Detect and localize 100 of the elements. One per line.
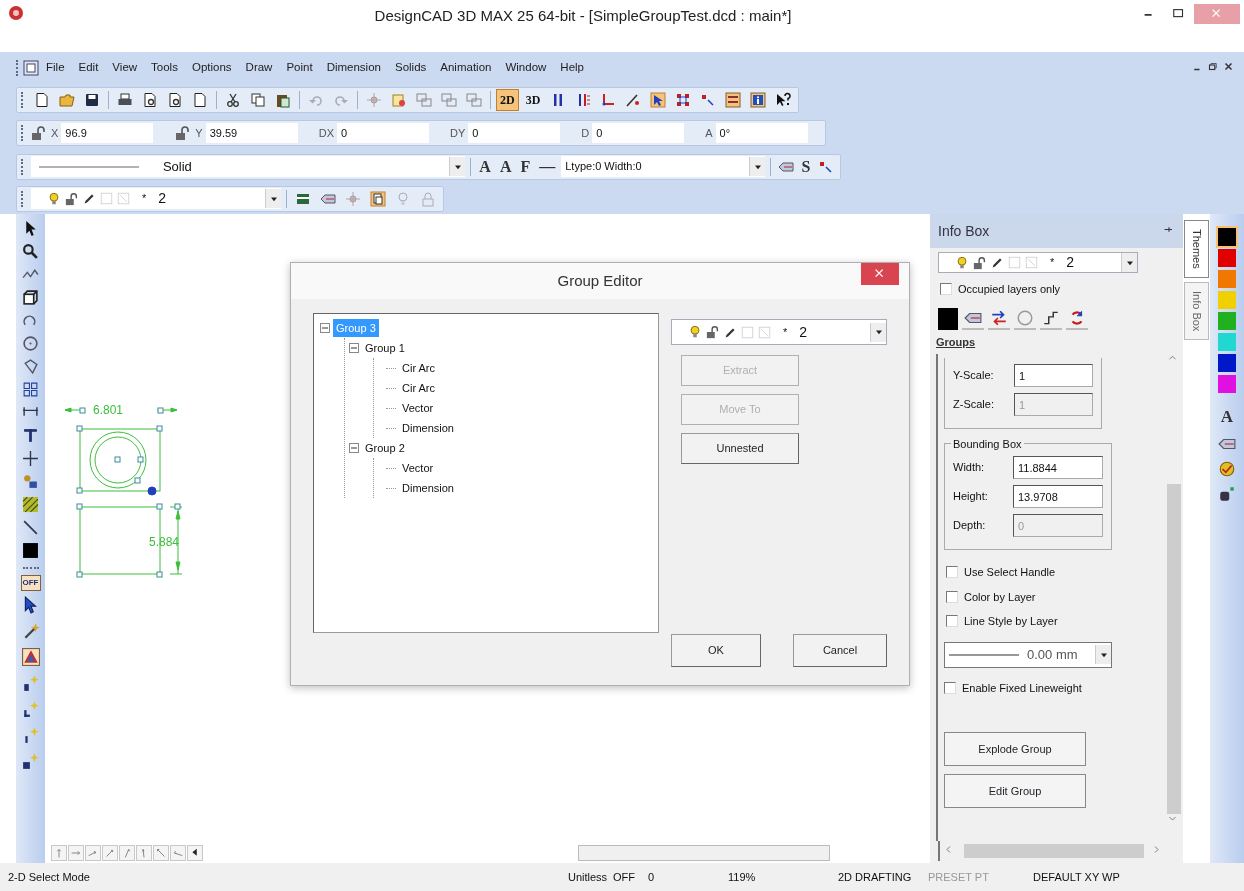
tree-item[interactable]: Dimension xyxy=(399,478,457,498)
menu-item[interactable]: Point xyxy=(279,57,320,79)
tree-item[interactable]: Vector xyxy=(399,458,437,478)
circle-icon[interactable] xyxy=(22,335,39,352)
coordinate-field[interactable]: 0° xyxy=(715,123,808,143)
color-swatch[interactable] xyxy=(1218,270,1236,288)
swap-icon[interactable] xyxy=(990,308,1008,327)
text-color-button[interactable]: A xyxy=(1220,404,1234,430)
spray-icon[interactable] xyxy=(1218,484,1236,503)
info-icon[interactable] xyxy=(750,92,767,108)
open-folder-icon[interactable] xyxy=(59,92,75,108)
copy-icon[interactable] xyxy=(250,92,266,108)
save-icon[interactable] xyxy=(84,92,100,108)
side-tab[interactable]: Info Box xyxy=(1184,281,1209,341)
checkbox[interactable] xyxy=(946,615,958,628)
checkbox[interactable] xyxy=(944,681,956,694)
coordinate-field[interactable]: 0 xyxy=(336,123,429,143)
checkbox[interactable] xyxy=(946,590,958,603)
copy-layer-icon[interactable] xyxy=(370,190,386,207)
pen-icon[interactable] xyxy=(625,92,642,108)
scrollbar-thumb[interactable] xyxy=(578,845,830,861)
collapse-icon[interactable] xyxy=(349,343,359,353)
snap-toggle-button[interactable]: OFF xyxy=(20,575,41,591)
tree-item[interactable]: Group 2 xyxy=(362,438,408,458)
line-icon[interactable] xyxy=(22,519,39,536)
color-swatch[interactable] xyxy=(1218,312,1236,330)
tree-item[interactable]: Vector xyxy=(399,398,437,418)
mode-button[interactable]: 2D xyxy=(496,89,519,111)
sheet-icon[interactable] xyxy=(391,92,407,108)
print-preview-icon[interactable] xyxy=(142,92,158,108)
tree-item[interactable]: Group 1 xyxy=(362,338,408,358)
handles-icon[interactable] xyxy=(675,92,692,108)
scrollbar-thumb[interactable] xyxy=(964,844,1144,858)
polygon-icon[interactable] xyxy=(22,358,39,375)
menu-item[interactable]: Edit xyxy=(71,57,106,79)
new-file-icon[interactable] xyxy=(34,92,50,108)
line-info-dropdown[interactable]: Ltype:0 Width:0 xyxy=(561,156,766,177)
tree-item[interactable]: Cir Arc xyxy=(399,358,438,378)
layer-dropdown[interactable]: * 2 xyxy=(31,188,281,209)
panel-button[interactable]: Edit Group xyxy=(944,774,1086,808)
menu-item[interactable]: Tools xyxy=(144,57,185,79)
input-field[interactable]: 13.9708 xyxy=(1013,485,1103,508)
fill-color-icon[interactable] xyxy=(22,542,39,559)
menu-item[interactable]: Draw xyxy=(238,57,280,79)
cancel-button[interactable]: Cancel xyxy=(793,634,887,667)
color-swatch-icon[interactable] xyxy=(938,307,958,330)
menu-item[interactable]: Dimension xyxy=(319,57,388,79)
panel-button[interactable]: Explode Group xyxy=(944,732,1086,766)
paste-icon[interactable] xyxy=(275,92,291,108)
menu-item[interactable]: File xyxy=(39,57,72,79)
text-button[interactable]: — xyxy=(536,154,559,179)
layer-dropdown[interactable]: * 2 xyxy=(671,319,887,345)
panel-icon[interactable] xyxy=(725,92,742,108)
coordinate-field[interactable]: 0 xyxy=(592,123,685,143)
line-style-dropdown[interactable]: Solid xyxy=(30,156,466,177)
menu-item[interactable]: Animation xyxy=(433,57,499,79)
text-button[interactable]: A xyxy=(496,154,515,179)
input-field[interactable]: 1 xyxy=(1014,364,1093,387)
collapse-icon[interactable] xyxy=(320,323,330,333)
coordinate-field[interactable]: 96.9 xyxy=(61,123,154,143)
checkbox[interactable] xyxy=(940,283,952,296)
tree-item[interactable]: Dimension xyxy=(399,418,457,438)
sparkle-icon[interactable] xyxy=(21,752,40,770)
text-button[interactable]: A xyxy=(476,154,494,179)
menu-item[interactable]: Solids xyxy=(387,57,434,79)
menu-item[interactable]: Options xyxy=(184,57,239,79)
lock-icon[interactable] xyxy=(30,125,48,141)
crosshair-icon[interactable] xyxy=(22,450,39,467)
checkbox[interactable] xyxy=(946,566,958,579)
color-swatch[interactable] xyxy=(1218,354,1236,372)
text-button[interactable]: F xyxy=(517,154,534,179)
mode-button[interactable]: 3D xyxy=(521,89,545,111)
sparkle-icon[interactable] xyxy=(21,700,40,718)
menu-item[interactable]: View xyxy=(105,57,145,79)
color-swatch[interactable] xyxy=(1218,291,1236,309)
coordinate-field[interactable]: 0 xyxy=(468,123,561,143)
color-swatch[interactable] xyxy=(1218,228,1236,246)
lineweight-dropdown[interactable]: 0.00 mm xyxy=(944,641,1112,668)
collapse-icon[interactable] xyxy=(349,443,359,453)
document-icon[interactable] xyxy=(192,92,208,108)
menu-item[interactable]: Help xyxy=(553,57,591,79)
page-preview-icon[interactable] xyxy=(167,92,183,108)
tree-item[interactable]: Cir Arc xyxy=(399,378,438,398)
color-swatch[interactable] xyxy=(1218,333,1236,351)
zoom-icon[interactable] xyxy=(22,243,39,260)
color-swatch[interactable] xyxy=(1218,249,1236,267)
dialog-button[interactable]: Unnested xyxy=(681,433,799,464)
text-tool-icon[interactable] xyxy=(22,427,39,444)
print-icon[interactable] xyxy=(117,92,133,108)
scrollbar-thumb[interactable] xyxy=(1167,484,1181,814)
cut-icon[interactable] xyxy=(225,92,241,108)
array-icon[interactable] xyxy=(22,381,39,398)
cube-icon[interactable] xyxy=(22,289,39,306)
color-swatch[interactable] xyxy=(1218,375,1236,393)
badge-icon[interactable] xyxy=(1218,459,1236,478)
hatch-icon[interactable] xyxy=(22,496,39,513)
triangle-icon[interactable] xyxy=(21,648,40,666)
sparkle-icon[interactable] xyxy=(21,674,40,692)
coordinate-field[interactable]: 39.59 xyxy=(205,123,298,143)
shapes-icon[interactable] xyxy=(22,473,39,490)
